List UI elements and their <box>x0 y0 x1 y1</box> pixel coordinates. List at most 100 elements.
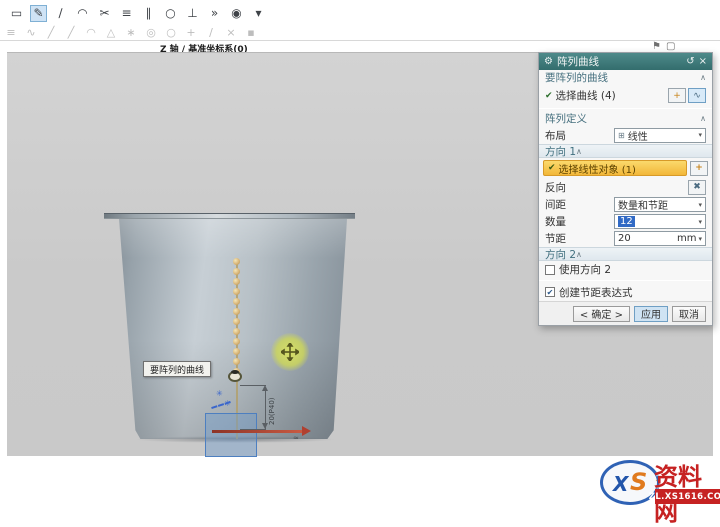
view-option-icons: ⚑ ▢ <box>652 41 675 52</box>
toolbar-dropdown-icon[interactable]: ▾ <box>250 5 267 22</box>
chevron-down-icon: ▾ <box>698 131 702 139</box>
selected-sketch-curve[interactable] <box>228 371 242 382</box>
watermark-logo: X S <box>600 460 660 505</box>
apply-button[interactable]: 应用 <box>634 306 668 322</box>
spacing-dropdown[interactable]: 数量和节距 ▾ <box>614 197 706 212</box>
x-axis-line <box>212 430 302 433</box>
layout-label: 布局 <box>545 128 566 143</box>
spacing-row: 间距 数量和节距 ▾ <box>539 196 712 213</box>
pattern-dot <box>233 358 240 365</box>
count-row: 数量 12 ▾ <box>539 213 712 230</box>
pattern-dot <box>233 288 240 295</box>
direction1-group-bar[interactable]: 方向 1 ∧ <box>539 144 712 158</box>
count-value: 12 <box>618 216 635 227</box>
pattern-curve-dialog: ⚙ 阵列曲线 ↺ × 要阵列的曲线 ∧ ✔ 选择曲线 (4) + ∿ 阵列定义 … <box>538 52 713 326</box>
trim-tool-icon[interactable]: ✂ <box>96 5 113 22</box>
pattern-definition-section[interactable]: 阵列定义 ∧ <box>539 111 712 126</box>
layout-dropdown[interactable]: ⊞ 线性 ▾ <box>614 128 706 143</box>
pattern-dot <box>233 258 240 265</box>
inclined-line-icon: ╱ <box>64 25 78 39</box>
chevron-up-icon[interactable]: ∧ <box>700 114 706 123</box>
line-tool-icon[interactable]: ∕ <box>52 5 69 22</box>
tree-sketch-icon: ∗ <box>124 25 138 39</box>
spline-sketch-icon: ∿ <box>24 25 38 39</box>
create-pitch-expression-row: ✔ 创建节距表达式 <box>539 283 712 301</box>
chevron-up-icon[interactable]: ∧ <box>700 73 706 82</box>
add-curve-button[interactable]: + <box>668 88 686 103</box>
section-divider <box>539 108 712 109</box>
count-label: 数量 <box>545 214 566 229</box>
use-direction2-checkbox[interactable] <box>545 265 555 275</box>
mirror-tool-icon[interactable]: ≡ <box>118 5 135 22</box>
reverse-direction-button[interactable]: ✖ <box>688 180 706 195</box>
use-direction2-row: 使用方向 2 <box>539 261 712 278</box>
more-tools-icon[interactable]: » <box>206 5 223 22</box>
create-pitch-expression-checkbox[interactable]: ✔ <box>545 287 555 297</box>
select-linear-object-highlight[interactable]: ✔ 选择线性对象 (1) <box>543 160 687 176</box>
chevron-down-icon: ▾ <box>698 201 702 209</box>
check-icon: ✔ <box>545 91 553 101</box>
pattern-dot <box>233 268 240 275</box>
polygon-sketch-icon: △ <box>104 25 118 39</box>
pattern-def-label: 阵列定义 <box>545 111 587 126</box>
flag-icon[interactable]: ⚑ <box>652 41 661 52</box>
curves-to-pattern-section[interactable]: 要阵列的曲线 ∧ <box>539 70 712 85</box>
chevron-up-icon[interactable]: ∧ <box>576 147 582 156</box>
ellipse-tool-icon[interactable]: ○ <box>162 5 179 22</box>
pitch-dimension-label: 20(P40) <box>268 398 276 426</box>
fill-sketch-icon: ▪ <box>244 25 258 39</box>
circle2-sketch-icon: ◎ <box>144 25 158 39</box>
sketch-constraint-mark: ✳ <box>216 389 223 398</box>
spacing-label: 间距 <box>545 197 566 212</box>
select-curve-label[interactable]: 选择曲线 (4) <box>556 88 616 103</box>
ok-button[interactable]: < 确定 > <box>573 306 630 322</box>
move-cursor-icon <box>271 333 309 371</box>
arc-sketch-icon: ◠ <box>84 25 98 39</box>
datum-tool-icon[interactable]: ◉ <box>228 5 245 22</box>
constraint-tool-icon[interactable]: ⊥ <box>184 5 201 22</box>
sketch-tool-icon[interactable]: ▭ <box>8 5 25 22</box>
pattern-dot <box>233 338 240 345</box>
pitch-input[interactable]: 20 mm ▾ <box>614 231 706 246</box>
chevron-up-icon[interactable]: ∧ <box>576 250 582 259</box>
close-icon[interactable]: × <box>699 56 707 67</box>
offset-tool-icon[interactable]: ∥ <box>140 5 157 22</box>
gear-icon[interactable]: ⚙ <box>544 56 553 67</box>
reset-icon[interactable]: ↺ <box>686 56 694 67</box>
reverse-label: 反向 <box>545 180 566 195</box>
watermark-site-url: ZL.XS1616.COM <box>655 489 720 504</box>
pattern-dot <box>233 278 240 285</box>
pattern-curve-tool-icon[interactable]: ✎ <box>30 5 47 22</box>
sketch-toolbar-disabled: ≡∿╱╱◠△∗◎○+∕×▪ <box>4 24 258 40</box>
window-icon[interactable]: ▢ <box>666 41 675 52</box>
linear-layout-icon: ⊞ <box>618 131 625 140</box>
chevron-down-icon[interactable]: ▾ <box>698 218 702 226</box>
chevron-down-icon[interactable]: ▾ <box>698 235 702 243</box>
select-linear-object-row: ✔ 选择线性对象 (1) + <box>539 158 712 178</box>
section-divider <box>539 280 712 281</box>
dimension-tick <box>240 429 266 430</box>
add-linear-object-button[interactable]: + <box>690 161 708 176</box>
pattern-dot <box>233 308 240 315</box>
datum-plane[interactable] <box>205 413 257 457</box>
count-input[interactable]: 12 ▾ <box>614 214 706 229</box>
cursor-tooltip: 要阵列的曲线 <box>143 361 211 377</box>
cancel-button[interactable]: 取消 <box>672 306 706 322</box>
dialog-titlebar[interactable]: ⚙ 阵列曲线 ↺ × <box>539 53 712 70</box>
circle-sketch-icon: ○ <box>164 25 178 39</box>
x-axis-arrow-icon <box>302 426 311 436</box>
pattern-dot <box>233 298 240 305</box>
direction2-group-bar[interactable]: 方向 2 ∧ <box>539 247 712 261</box>
arc-tool-icon[interactable]: ◠ <box>74 5 91 22</box>
pattern-dot <box>233 328 240 335</box>
toolbar-divider <box>0 40 720 41</box>
watermark-site-name: 资料网 <box>654 457 713 527</box>
direction1-label: 方向 1 <box>545 144 576 159</box>
pitch-label: 节距 <box>545 231 566 246</box>
pitch-unit[interactable]: mm <box>677 233 696 244</box>
pitch-value: 20 <box>618 233 631 244</box>
curve-select-button[interactable]: ∿ <box>688 88 706 103</box>
main-toolbar: ▭ ✎ ∕ ◠ ✂ ≡ ∥ ○ ⊥ » ◉ ▾ <box>8 3 267 23</box>
layout-row: 布局 ⊞ 线性 ▾ <box>539 126 712 144</box>
dialog-title: 阵列曲线 <box>557 54 599 69</box>
